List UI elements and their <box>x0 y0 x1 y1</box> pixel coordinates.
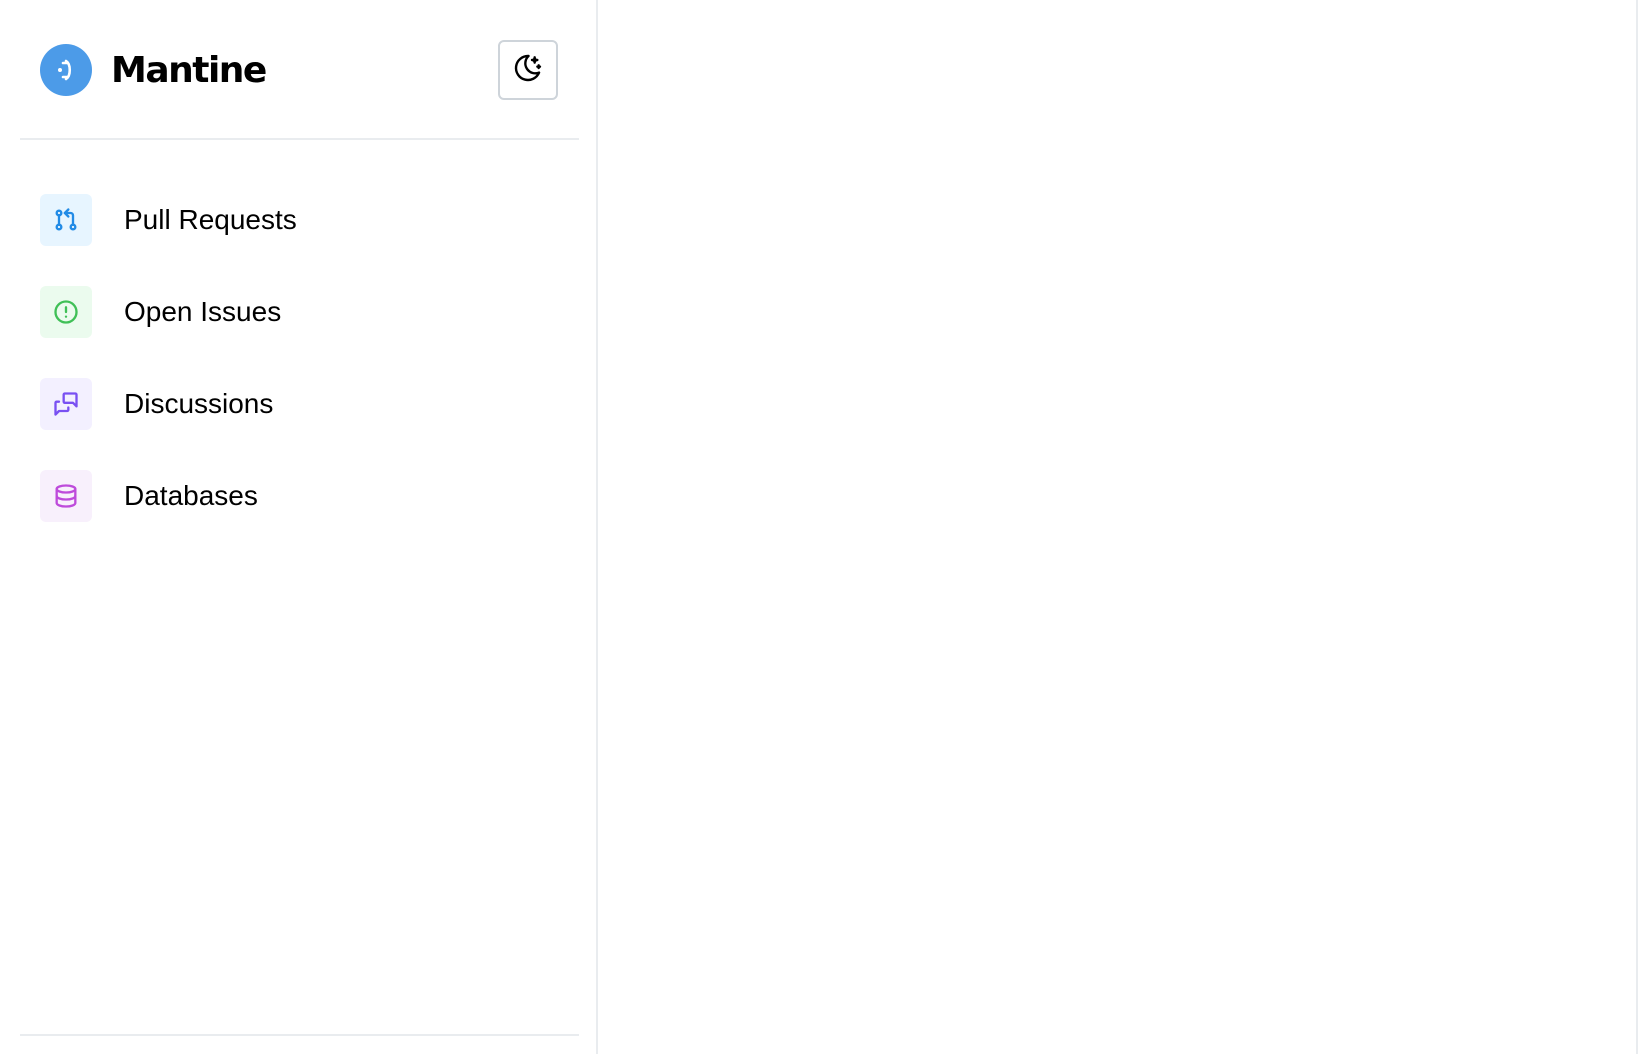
git-pull-request-icon <box>40 194 92 246</box>
sidebar-item-label: Pull Requests <box>124 204 297 235</box>
brand-logo[interactable]: Mantine <box>40 44 267 96</box>
theme-toggle-button[interactable] <box>498 40 558 100</box>
database-icon <box>40 470 92 522</box>
sidebar-nav: Pull Requests Open Issues Discussions Da… <box>40 194 297 562</box>
sidebar-footer-divider <box>20 1034 579 1036</box>
sidebar-item-label: Open Issues <box>124 296 282 327</box>
app-shell: Mantine Pull Requests Open Issues Discus… <box>0 0 1642 1054</box>
sidebar: Mantine Pull Requests Open Issues Discus… <box>0 0 598 1054</box>
sidebar-item-databases[interactable]: Databases <box>40 470 297 522</box>
alert-circle-icon <box>40 286 92 338</box>
brand-name: Mantine <box>111 49 267 91</box>
sidebar-item-open-issues[interactable]: Open Issues <box>40 286 297 338</box>
sidebar-item-label: Discussions <box>124 388 274 419</box>
sidebar-item-discussions[interactable]: Discussions <box>40 378 297 430</box>
moon-stars-icon <box>512 52 544 89</box>
sidebar-item-pull-requests[interactable]: Pull Requests <box>40 194 297 246</box>
sidebar-header: Mantine <box>20 0 579 140</box>
messages-icon <box>40 378 92 430</box>
sidebar-item-label: Databases <box>124 480 258 511</box>
mantine-logo-icon <box>40 44 92 96</box>
main-content <box>598 0 1638 1054</box>
